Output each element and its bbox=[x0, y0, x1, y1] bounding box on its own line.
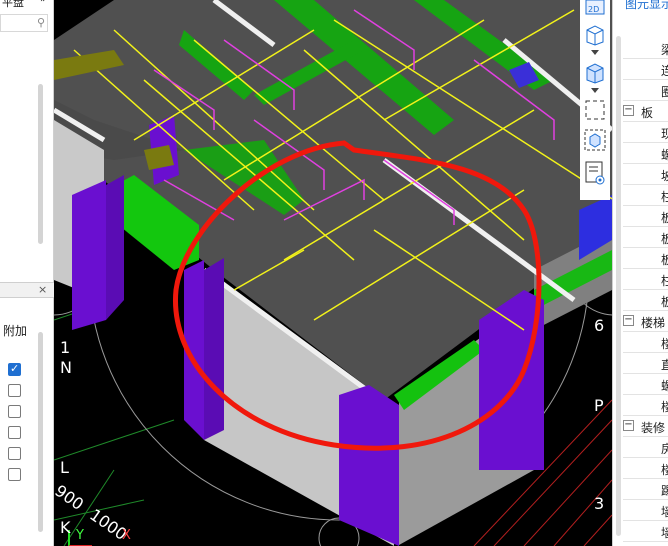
3d-viewport[interactable]: 1 N L 900 K 1000 X Y 6 P 3 bbox=[54, 0, 612, 546]
tree-item-row[interactable]: 连 bbox=[623, 59, 668, 80]
close-icon[interactable]: × bbox=[38, 283, 47, 296]
tree-item-label: 装修 bbox=[641, 421, 666, 435]
grid-axis-label: P bbox=[594, 396, 604, 415]
row-checkbox[interactable] bbox=[8, 426, 21, 439]
scrollbar[interactable] bbox=[616, 36, 621, 536]
search-icon[interactable]: ⚲ bbox=[37, 16, 45, 29]
3d-box-icon[interactable] bbox=[583, 128, 607, 152]
tree-group-row[interactable]: − 楼梯 bbox=[623, 311, 668, 332]
tree-item-label: 直 bbox=[661, 358, 668, 372]
tree-item-row[interactable]: 柱 bbox=[623, 269, 668, 290]
tree-item-label: 墙 bbox=[661, 505, 668, 519]
tree-item-row[interactable]: 板 bbox=[623, 290, 668, 311]
tree-item-label: 踢 bbox=[661, 484, 668, 498]
left-panel: 平盘 » ⚲ × 附加 bbox=[0, 0, 54, 546]
layer-view-icon[interactable] bbox=[583, 160, 607, 185]
chevron-down-icon[interactable] bbox=[591, 88, 599, 93]
grid-axis-label: 3 bbox=[594, 494, 605, 513]
tree-item-label: 板 bbox=[661, 295, 668, 309]
tree-item-label: 板 bbox=[661, 232, 668, 246]
collapse-chevron-icon[interactable]: » bbox=[40, 0, 46, 5]
tree-item-row[interactable]: 墙 bbox=[623, 521, 668, 542]
tree-group-row[interactable]: − 板 bbox=[623, 101, 668, 122]
tree-item-row[interactable]: 墙 bbox=[623, 500, 668, 521]
tree-item-label: 楼 bbox=[661, 463, 668, 477]
tree-item-row[interactable]: 板 bbox=[623, 248, 668, 269]
tree-item-row[interactable]: 螺 bbox=[623, 374, 668, 395]
search-input[interactable]: ⚲ bbox=[0, 14, 48, 32]
tree-item-label: 柱 bbox=[661, 190, 668, 204]
view-toolbar: 2D bbox=[580, 0, 610, 200]
panel-title: 图元显示 bbox=[625, 0, 668, 11]
tree-item-row[interactable]: 柱 bbox=[623, 185, 668, 206]
tree-item-label: 螺 bbox=[661, 148, 668, 162]
tree-item-label: 柱 bbox=[661, 274, 668, 288]
tree-item-label: 楼 bbox=[661, 400, 668, 414]
grid-axis-label: 1 bbox=[60, 338, 71, 357]
tree-item-label: 梁 bbox=[661, 43, 668, 57]
collapse-toggle-icon[interactable]: − bbox=[623, 420, 634, 431]
tree-item-row[interactable]: 直 bbox=[623, 353, 668, 374]
row-checkbox[interactable] bbox=[8, 405, 21, 418]
2d-view-icon[interactable]: 2D bbox=[583, 0, 607, 24]
row-checkbox[interactable] bbox=[8, 447, 21, 460]
column-header-additional: 附加 bbox=[3, 324, 28, 338]
row-checkbox[interactable] bbox=[8, 384, 21, 397]
tree-item-row[interactable]: 梁 bbox=[623, 38, 668, 59]
3d-model-canvas[interactable] bbox=[54, 0, 612, 546]
tree-item-row[interactable]: 坡 bbox=[623, 164, 668, 185]
tree-item-row[interactable]: 现 bbox=[623, 122, 668, 143]
tree-item-label: 板 bbox=[641, 106, 654, 120]
tree-item-row[interactable]: 楼 bbox=[623, 458, 668, 479]
tree-item-label: 板 bbox=[661, 211, 668, 225]
grid-axis-label: N bbox=[60, 358, 72, 377]
left-panel-header: 平盘 » bbox=[0, 0, 54, 10]
tree-item-row[interactable]: 楼 bbox=[623, 332, 668, 353]
tree-group-row[interactable]: − 装修 bbox=[623, 416, 668, 437]
row-checkbox[interactable] bbox=[8, 468, 21, 481]
grid-axis-label: 6 bbox=[594, 316, 605, 335]
tree-item-label: 楼 bbox=[661, 337, 668, 351]
scrollbar[interactable] bbox=[38, 332, 43, 532]
svg-text:2D: 2D bbox=[588, 5, 599, 14]
row-checkbox[interactable] bbox=[8, 362, 21, 376]
chevron-down-icon[interactable] bbox=[591, 50, 599, 55]
tree-item-row[interactable]: 板 bbox=[623, 206, 668, 227]
tree-item-label: 圈 bbox=[661, 85, 668, 99]
collapse-toggle-icon[interactable]: − bbox=[623, 315, 634, 326]
grid-axis-label: K bbox=[60, 518, 71, 537]
axis-x-label: X bbox=[122, 528, 131, 543]
tree-item-row[interactable]: 螺 bbox=[623, 143, 668, 164]
left-panel-title: 平盘 bbox=[2, 0, 24, 9]
tree-item-row[interactable]: 踢 bbox=[623, 479, 668, 500]
tree-item-label: 连 bbox=[661, 64, 668, 78]
tree-item-row[interactable]: 圈 bbox=[623, 80, 668, 101]
axis-y-label: Y bbox=[76, 528, 84, 543]
tree-item-label: 坡 bbox=[661, 169, 668, 183]
tree-item-label: 现 bbox=[661, 127, 668, 141]
tree-item-row[interactable]: 板 bbox=[623, 227, 668, 248]
tree-item-label: 板 bbox=[661, 253, 668, 267]
panel-divider: × bbox=[0, 282, 54, 298]
tree-item-row[interactable]: 楼 bbox=[623, 395, 668, 416]
tree-item-label: 楼梯 bbox=[641, 316, 666, 330]
tree-item-label: 墙 bbox=[661, 526, 668, 540]
collapse-toggle-icon[interactable]: − bbox=[623, 105, 634, 116]
tree-item-label: 螺 bbox=[661, 379, 668, 393]
grid-axis-label: L bbox=[60, 458, 69, 477]
tree-item-label: 房 bbox=[661, 442, 668, 456]
tree-item-row[interactable]: 房 bbox=[623, 437, 668, 458]
scrollbar[interactable] bbox=[38, 84, 43, 244]
cube-icon[interactable] bbox=[583, 22, 607, 46]
element-display-panel: 图元显示 梁连圈 − 板现螺坡柱板板板柱板 − 楼梯楼直螺楼 − 装修房楼踢墙墙 bbox=[612, 0, 668, 546]
select-box-icon[interactable] bbox=[583, 98, 607, 122]
cube-solid-icon[interactable] bbox=[583, 60, 607, 84]
